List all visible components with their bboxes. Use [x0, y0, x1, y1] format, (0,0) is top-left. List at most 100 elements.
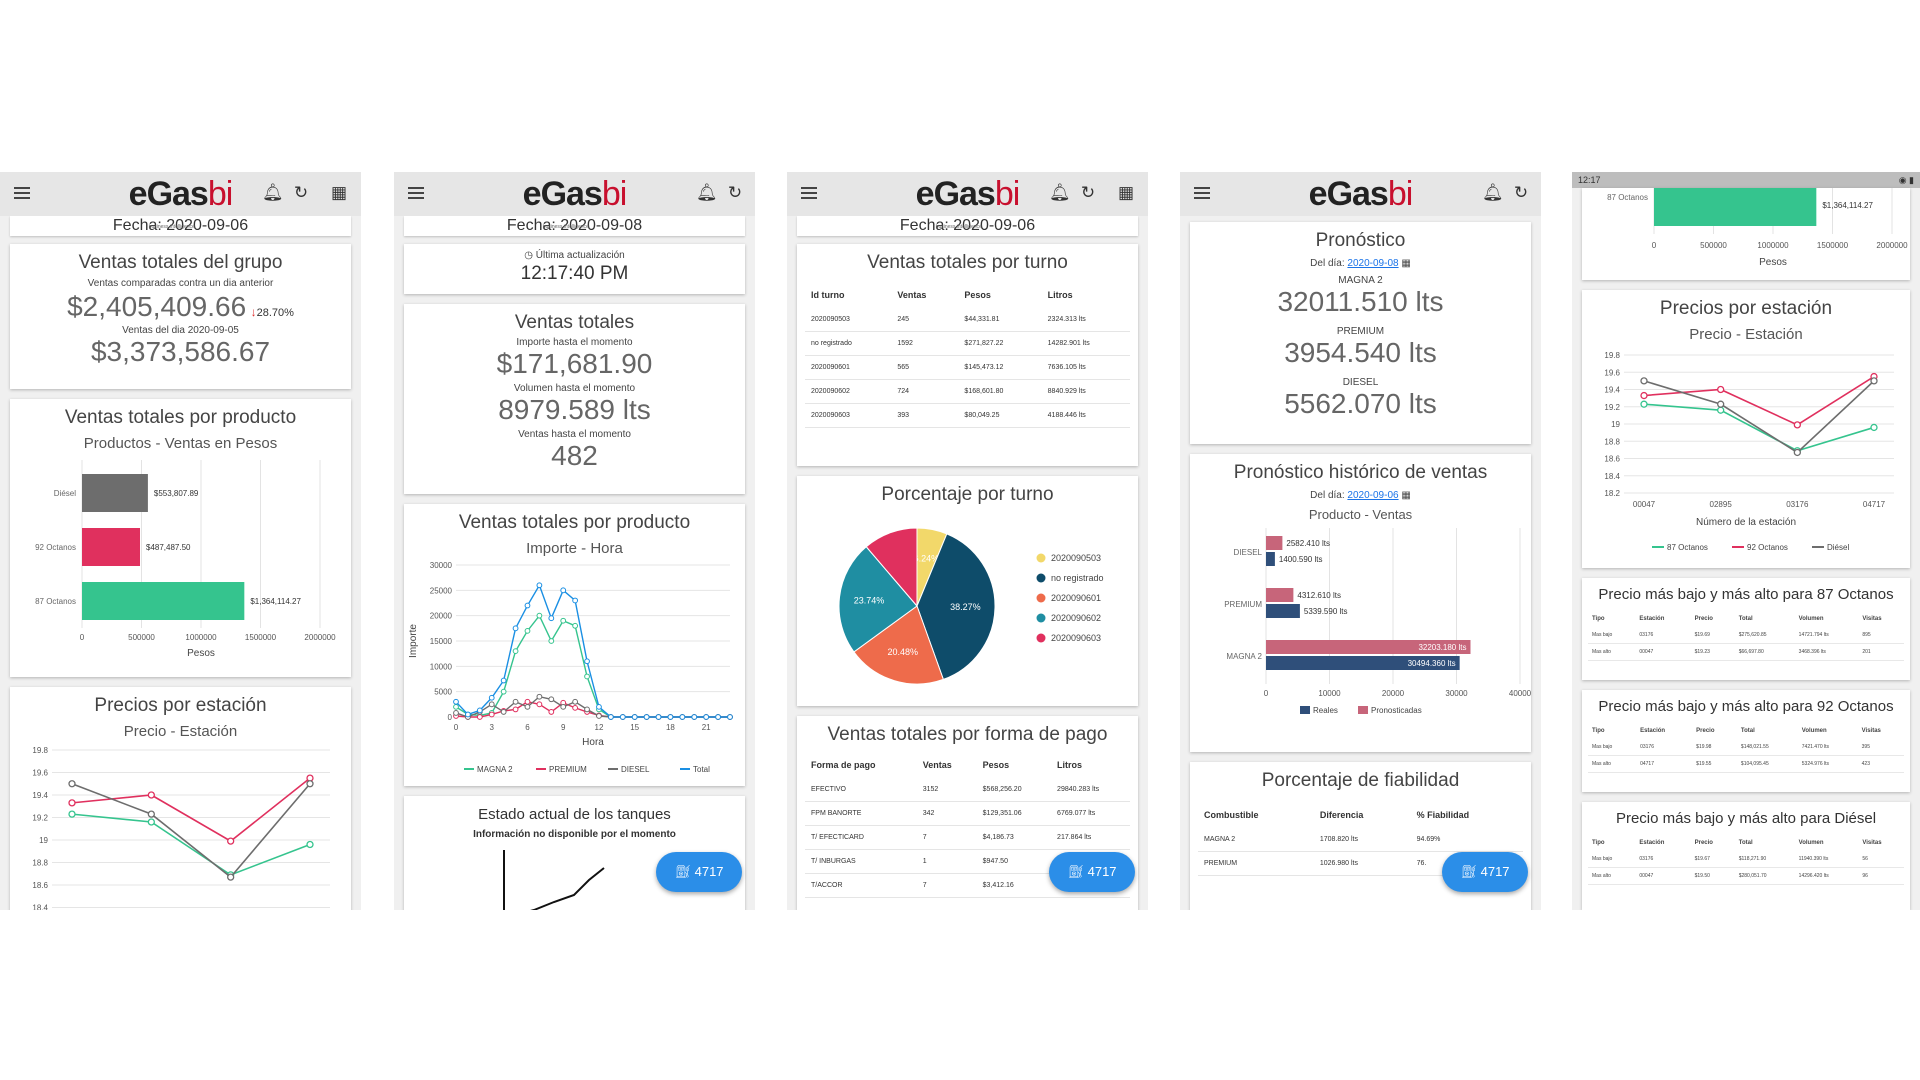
menu-icon[interactable]: [14, 185, 30, 199]
y-axis-title: Importe: [408, 624, 419, 658]
card-title: Precio más bajo y más alto para Diésel: [1615, 810, 1877, 827]
table-row: Mas alto 04717 $19.55 $104,095.45 5324.976 l…: [1588, 755, 1904, 773]
x-axis-title: Pesos: [187, 648, 215, 659]
x-axis-title: Número de la estación: [1696, 517, 1796, 528]
refresh-icon[interactable]: ↻: [1079, 184, 1097, 202]
y-tick-label: 5000: [434, 688, 452, 697]
x-tick-label: 0: [1652, 241, 1657, 250]
slice-label: 20.48%: [888, 647, 919, 657]
col-header: Visitas: [1862, 840, 1882, 846]
data-point: [500, 677, 507, 684]
table-cell: 393: [891, 403, 959, 428]
product-label: PREMIUM: [1336, 326, 1385, 337]
x-tick-label: 15: [630, 723, 639, 732]
station-fab[interactable]: ⛽︎ 4717: [1049, 852, 1135, 892]
menu-icon[interactable]: [801, 185, 817, 199]
data-point: [147, 818, 155, 826]
table-cell: $80,049.25: [958, 403, 1042, 428]
table-row: 2020090603 393 $80,049.25 4188.446 lts: [805, 403, 1130, 428]
screen-3: eGasbi business intelligence 🔔︎ ↻ ▦ Fecha…: [787, 172, 1148, 910]
shift-pie-chart: 6.24% 202009050338.27%no registrado20.48%…: [838, 527, 1104, 685]
table-cell: $568,256.20: [976, 778, 1052, 802]
station-fab[interactable]: ⛽︎ 4717: [1442, 852, 1528, 892]
table-cell: $118,271.90: [1734, 851, 1795, 868]
table-cell: 1: [916, 849, 977, 874]
x-tick-label: 03176: [1786, 500, 1809, 509]
data-point: [500, 709, 507, 715]
menu-icon[interactable]: [408, 185, 424, 199]
legend-label: 2020090603: [1051, 633, 1101, 643]
data-point: [536, 693, 543, 700]
table-cell: 03176: [1635, 851, 1691, 868]
bell-icon[interactable]: 🔔︎: [696, 184, 718, 202]
station-price-chart: 19.8 19.6 19.4 19.2 19 18.8 18.6 18.4 18.2 00047 0…: [1604, 351, 1894, 552]
date-link[interactable]: 2020-09-06: [1347, 490, 1398, 501]
data-point: [68, 810, 76, 818]
table-cell: $66,697.80: [1734, 643, 1795, 661]
data-point: [655, 714, 662, 720]
data-point: [227, 873, 235, 881]
data-point: [619, 714, 626, 720]
table-row: no registrado 1592 $271,827.22 14282.901 lt…: [805, 331, 1130, 356]
chart-subtitle: Producto - Ventas: [1308, 507, 1413, 522]
legend-label: 2020090602: [1051, 613, 1101, 623]
legend-label: Diésel: [1827, 543, 1849, 552]
table-cell: 1592: [891, 331, 959, 356]
y-tick-label: 18.8: [32, 859, 48, 868]
data-point: [465, 711, 471, 718]
table-cell: $129,351.06: [976, 801, 1052, 826]
calendar-icon[interactable]: ▦: [1401, 490, 1410, 501]
table-row: Mas alto 00047 $19.23 $66,697.80 3468.396 lt…: [1588, 643, 1904, 661]
screen-2: eGasbi business intelligence 🔔︎ ↻ Fecha: …: [394, 172, 755, 910]
data-point: [607, 714, 614, 720]
forecast-bar-chart: 0 10000 20000 30000 40000 DIESEL 2582.410 lts 1…: [1224, 528, 1531, 715]
table-cell: $168,601.80: [958, 379, 1042, 404]
y-tick-label: 15000: [430, 637, 453, 646]
data-point: [548, 709, 555, 715]
refresh-icon[interactable]: ↻: [1512, 184, 1530, 202]
legend-swatch: [1036, 573, 1046, 583]
station-fab[interactable]: ⛽︎ 4717: [656, 852, 742, 892]
shift-table: Id turno Ventas Pesos Litros 2020090503 2…: [805, 282, 1130, 428]
data-point: [512, 625, 519, 632]
bell-icon[interactable]: 🔔︎: [262, 184, 284, 202]
legend-swatch: [1036, 593, 1046, 603]
table-row: FPM BANORTE 342 $129,351.06 6769.077 lts: [805, 801, 1130, 826]
price-range-87-card: Precio más bajo y más alto para 87 Octan…: [1582, 578, 1910, 680]
y-tick-label: 87 Octanos: [1607, 193, 1648, 202]
data-point: [500, 688, 507, 695]
legend-label: 2020090601: [1051, 593, 1101, 603]
col-header: % Fiabilidad: [1416, 810, 1470, 820]
card-title: Ventas totales por producto: [458, 512, 691, 533]
legend-label: Total: [693, 765, 710, 774]
data-point: [476, 714, 483, 720]
data-point: [560, 587, 567, 594]
gas-pump-icon: ⛽︎: [1460, 864, 1477, 879]
x-tick-label: 18: [666, 723, 675, 732]
col-header: Ventas: [897, 290, 927, 300]
table-cell: 96: [1858, 867, 1904, 885]
app-bar: eGasbibusiness intelligence 🔔︎ ↻: [1180, 172, 1541, 230]
refresh-icon[interactable]: ↻: [292, 184, 310, 202]
data-point: [488, 701, 495, 708]
date-link[interactable]: 2020-09-08: [1347, 258, 1398, 269]
table-cell: $3,412.16: [976, 873, 1052, 898]
data-point: [548, 615, 555, 622]
bell-icon[interactable]: 🔔︎: [1482, 184, 1504, 202]
card-title: Porcentaje por turno: [881, 484, 1054, 505]
screen-5: 12:17 ◉ ▮ 0 500000 1000000 1500000 2000000 87…: [1572, 172, 1920, 910]
calendar-icon[interactable]: ▦: [330, 184, 348, 202]
table-cell: 565: [891, 355, 959, 380]
table-cell: 3468.396 lts: [1794, 643, 1859, 661]
calendar-icon[interactable]: ▦: [1401, 258, 1410, 269]
bell-icon[interactable]: 🔔︎: [1049, 184, 1071, 202]
data-point: [703, 714, 710, 720]
refresh-icon[interactable]: ↻: [726, 184, 744, 202]
data-point: [147, 810, 155, 818]
y-tick-label: 10000: [430, 662, 453, 671]
product-bar-chart-tail: 0 500000 1000000 1500000 2000000 87 Octanos $1…: [1607, 188, 1908, 268]
menu-icon[interactable]: [1194, 185, 1210, 199]
calendar-icon[interactable]: ▦: [1117, 184, 1135, 202]
legend-label: 87 Octanos: [1667, 543, 1708, 552]
legend-label: 92 Octanos: [1747, 543, 1788, 552]
